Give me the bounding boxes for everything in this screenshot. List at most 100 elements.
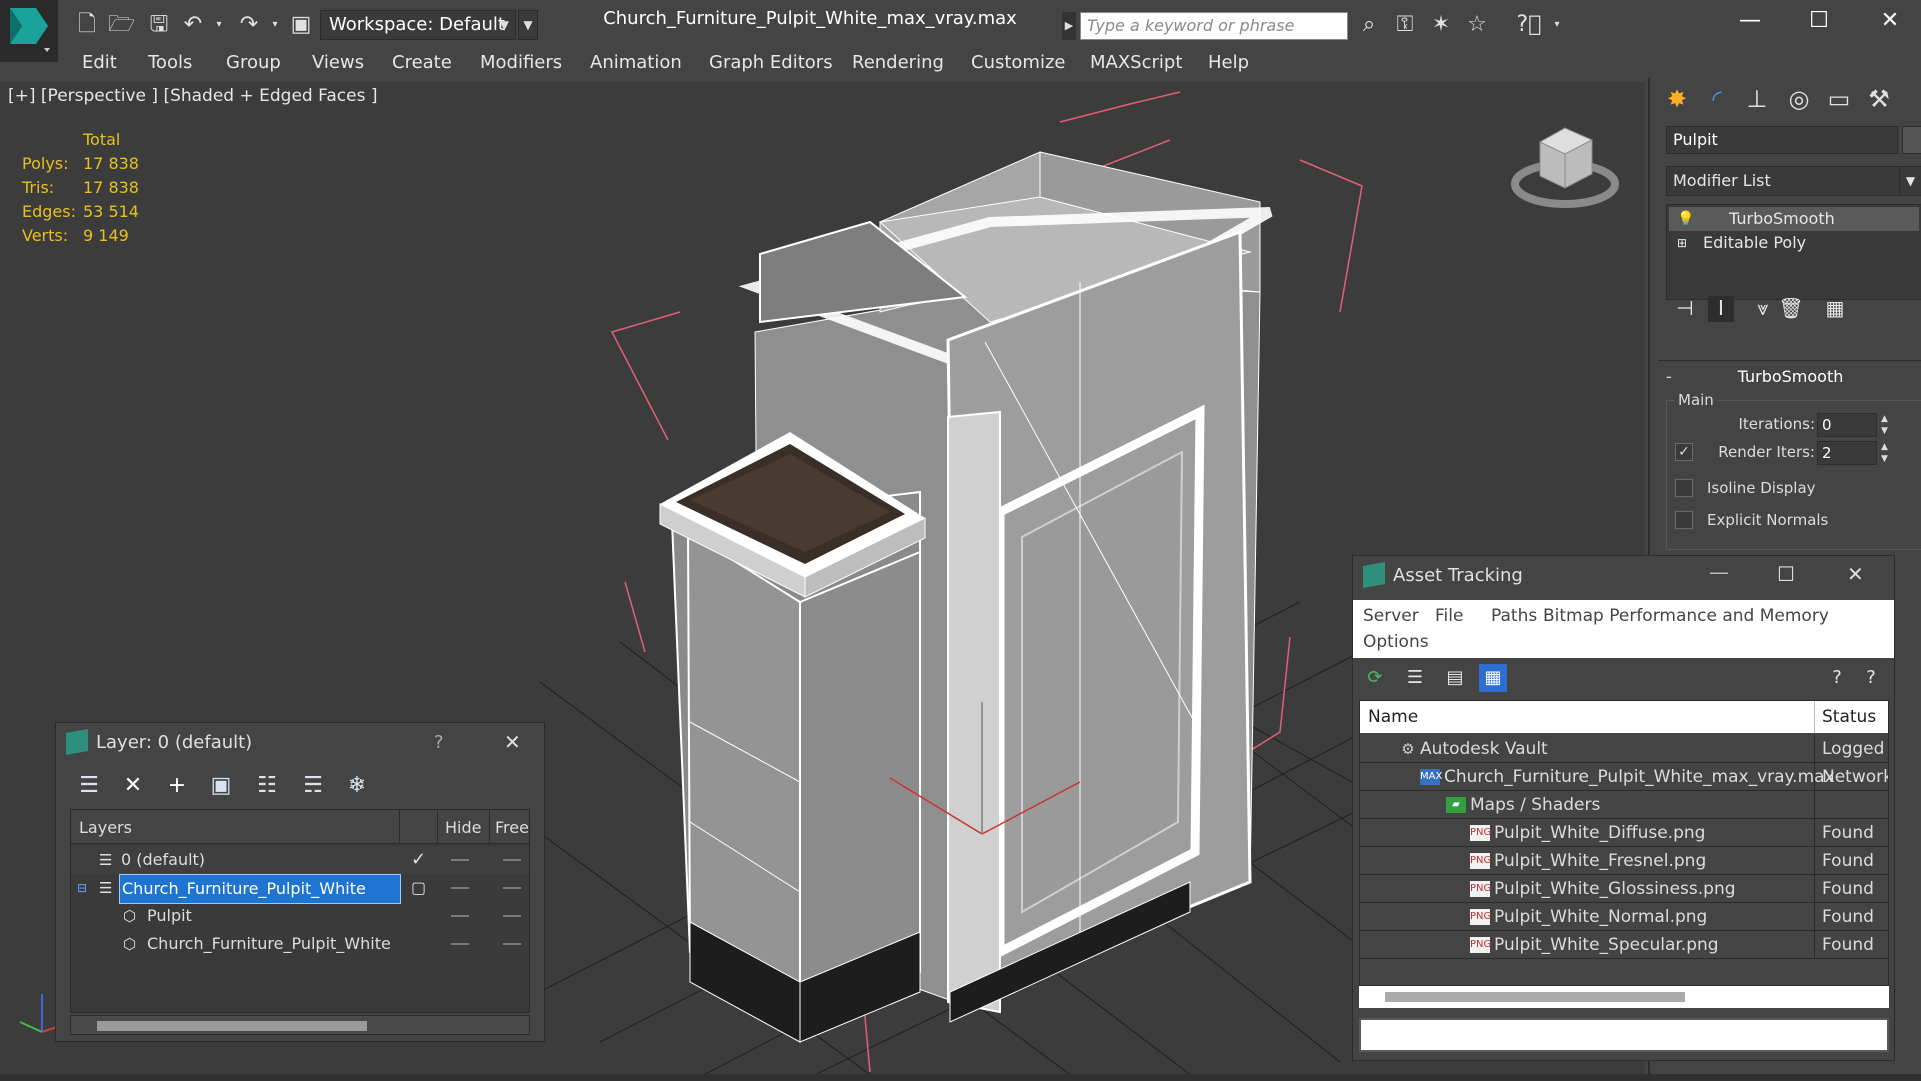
binoculars-icon[interactable]: ⌕	[1356, 12, 1382, 38]
redo-dropdown-icon[interactable]: ▾	[262, 12, 288, 38]
horizontal-scrollbar[interactable]	[70, 1015, 530, 1035]
search-expand-icon[interactable]: ▶	[1062, 12, 1076, 40]
help-icon[interactable]: ?⃝	[1516, 12, 1542, 38]
minimize-button[interactable]: —	[1730, 4, 1770, 38]
hide-toggle[interactable]	[451, 915, 469, 917]
table-view-icon[interactable]: ▦	[1479, 664, 1507, 692]
column-name[interactable]: Name	[1368, 707, 1418, 727]
maximize-button[interactable]: ☐	[1799, 4, 1839, 38]
close-button[interactable]: ✕	[1870, 4, 1910, 38]
modify-tab-icon[interactable]: ◜	[1698, 80, 1736, 118]
menu-help[interactable]: Help	[1208, 52, 1249, 73]
menu-modifiers[interactable]: Modifiers	[480, 52, 562, 73]
expand-plus-icon[interactable]: ⊞	[1677, 231, 1687, 255]
redo-icon[interactable]: ↷	[236, 12, 262, 38]
remove-modifier-icon[interactable]: 🗑	[1778, 296, 1804, 322]
table-row[interactable]: PNG Pulpit_White_Diffuse.png Found	[1360, 819, 1888, 847]
minimize-button[interactable]: —	[1709, 560, 1729, 584]
viewport-label-menu[interactable]: [+] [Perspective ] [Shaded + Edged Faces…	[8, 86, 377, 106]
isoline-display-checkbox[interactable]	[1675, 479, 1693, 497]
freeze-toggle[interactable]	[503, 915, 521, 917]
explicit-normals-checkbox[interactable]	[1675, 511, 1693, 529]
select-objects-icon[interactable]: ▣	[206, 771, 236, 801]
menu-graph-editors[interactable]: Graph Editors	[709, 52, 833, 73]
column-freeze[interactable]: Freeze	[495, 818, 529, 837]
search-input[interactable]: Type a keyword or phrase	[1080, 12, 1348, 40]
object-name[interactable]: Church_Furniture_Pulpit_White	[147, 930, 391, 958]
workspace-dropdown[interactable]: Workspace: Default ▼	[320, 10, 516, 40]
refresh-icon[interactable]: ⟳	[1361, 664, 1389, 692]
table-row[interactable]: ▰ Maps / Shaders	[1360, 791, 1888, 819]
layer-row[interactable]: ⊟ ☰ Church_Furniture_Pulpit_White ▢	[71, 874, 529, 904]
table-row[interactable]: PNG Pulpit_White_Glossiness.png Found	[1360, 875, 1888, 903]
table-row[interactable]: PNG Pulpit_White_Specular.png Found	[1360, 931, 1888, 959]
pulpit-model[interactable]	[659, 151, 1273, 1043]
object-color-swatch[interactable]	[1902, 126, 1921, 154]
layer-row[interactable]: ☰ 0 (default) ✓	[71, 846, 529, 874]
context-help-icon[interactable]: ?	[1857, 664, 1885, 692]
motion-tab-icon[interactable]: ◎	[1780, 80, 1818, 118]
freeze-all-icon[interactable]: ❄	[342, 771, 372, 801]
menu-group[interactable]: Group	[226, 52, 281, 73]
table-row[interactable]: PNG Pulpit_White_Normal.png Found	[1360, 903, 1888, 931]
viewcube[interactable]	[1511, 127, 1619, 208]
asset-path-field[interactable]	[1359, 1018, 1889, 1052]
show-end-result-icon[interactable]: Ⅰ	[1708, 296, 1734, 322]
undo-icon[interactable]: ↶	[180, 12, 206, 38]
spinner-arrows-icon[interactable]: ▲ ▼	[1881, 441, 1888, 465]
hide-toggle[interactable]	[451, 943, 469, 945]
collapse-minus-icon[interactable]: ⊟	[77, 874, 87, 902]
menu-file[interactable]: File	[1435, 606, 1463, 626]
column-layers[interactable]: Layers	[79, 818, 132, 837]
help-button[interactable]: ?	[434, 732, 444, 753]
save-file-icon[interactable]: 🖫	[146, 12, 172, 38]
close-button[interactable]: ✕	[1847, 562, 1864, 586]
key-icon[interactable]: ⚿	[1392, 12, 1418, 38]
menu-rendering[interactable]: Rendering	[852, 52, 944, 73]
pin-stack-icon[interactable]: ⊣	[1672, 296, 1698, 322]
help-dropdown-icon[interactable]: ▾	[1544, 12, 1570, 38]
open-file-icon[interactable]: 🗁	[108, 12, 135, 38]
object-name[interactable]: Pulpit	[147, 902, 192, 930]
scrollbar-thumb[interactable]	[1385, 992, 1685, 1002]
table-row[interactable]: ⚙ Autodesk Vault Logged Out	[1360, 735, 1888, 763]
column-status[interactable]: Status	[1822, 707, 1876, 727]
workspace-menu-button[interactable]: ▼	[518, 10, 538, 40]
maximize-button[interactable]: ☐	[1777, 562, 1795, 586]
create-tab-icon[interactable]: ✸	[1658, 80, 1696, 118]
turbosmooth-rollout-header[interactable]: - TurboSmooth	[1658, 360, 1921, 390]
close-button[interactable]: ✕	[504, 730, 521, 754]
menu-views[interactable]: Views	[312, 52, 364, 73]
menu-create[interactable]: Create	[392, 52, 452, 73]
menu-options[interactable]: Options	[1363, 632, 1429, 652]
stack-item-editable-poly[interactable]: ⊞ Editable Poly	[1669, 231, 1919, 255]
modifier-list-dropdown[interactable]: Modifier List ▼	[1666, 166, 1921, 196]
app-logo[interactable]	[0, 0, 58, 62]
table-row[interactable]: MAX Church_Furniture_Pulpit_White_max_vr…	[1360, 763, 1888, 791]
render-iters-checkbox[interactable]: ✓	[1675, 443, 1693, 461]
menu-edit[interactable]: Edit	[82, 52, 117, 73]
horizontal-scrollbar[interactable]	[1359, 986, 1889, 1008]
iterations-input[interactable]: 0	[1817, 413, 1877, 437]
stack-item-turbosmooth[interactable]: 💡 TurboSmooth	[1669, 207, 1919, 231]
freeze-toggle[interactable]	[503, 943, 521, 945]
spinner-arrows-icon[interactable]: ▲ ▼	[1881, 413, 1888, 437]
highlight-layer-icon[interactable]: ☷	[252, 771, 282, 801]
new-file-icon[interactable]: 🗋	[74, 12, 100, 38]
table-row[interactable]: PNG Pulpit_White_Fresnel.png Found	[1360, 847, 1888, 875]
menu-animation[interactable]: Animation	[590, 52, 682, 73]
signin-icon[interactable]: ✶	[1428, 12, 1454, 38]
create-layer-icon[interactable]: ☰	[74, 771, 104, 801]
layer-dialog-titlebar[interactable]: Layer: 0 (default) ? ✕	[56, 723, 544, 763]
render-iters-input[interactable]: 2	[1817, 441, 1877, 465]
menu-maxscript[interactable]: MAXScript	[1090, 52, 1182, 73]
object-name-field[interactable]: Pulpit	[1666, 126, 1898, 154]
add-to-layer-icon[interactable]: +	[162, 771, 192, 801]
menu-bitmap-performance[interactable]: Bitmap Performance and Memory	[1543, 606, 1829, 626]
layer-row[interactable]: ⬡ Pulpit	[71, 902, 529, 930]
configure-modifier-sets-icon[interactable]: ▦	[1822, 296, 1848, 322]
column-hide[interactable]: Hide	[445, 818, 481, 837]
project-folder-icon[interactable]: ▣	[288, 12, 314, 38]
tree-view-icon[interactable]: ▤	[1441, 664, 1469, 692]
menu-customize[interactable]: Customize	[971, 52, 1065, 73]
